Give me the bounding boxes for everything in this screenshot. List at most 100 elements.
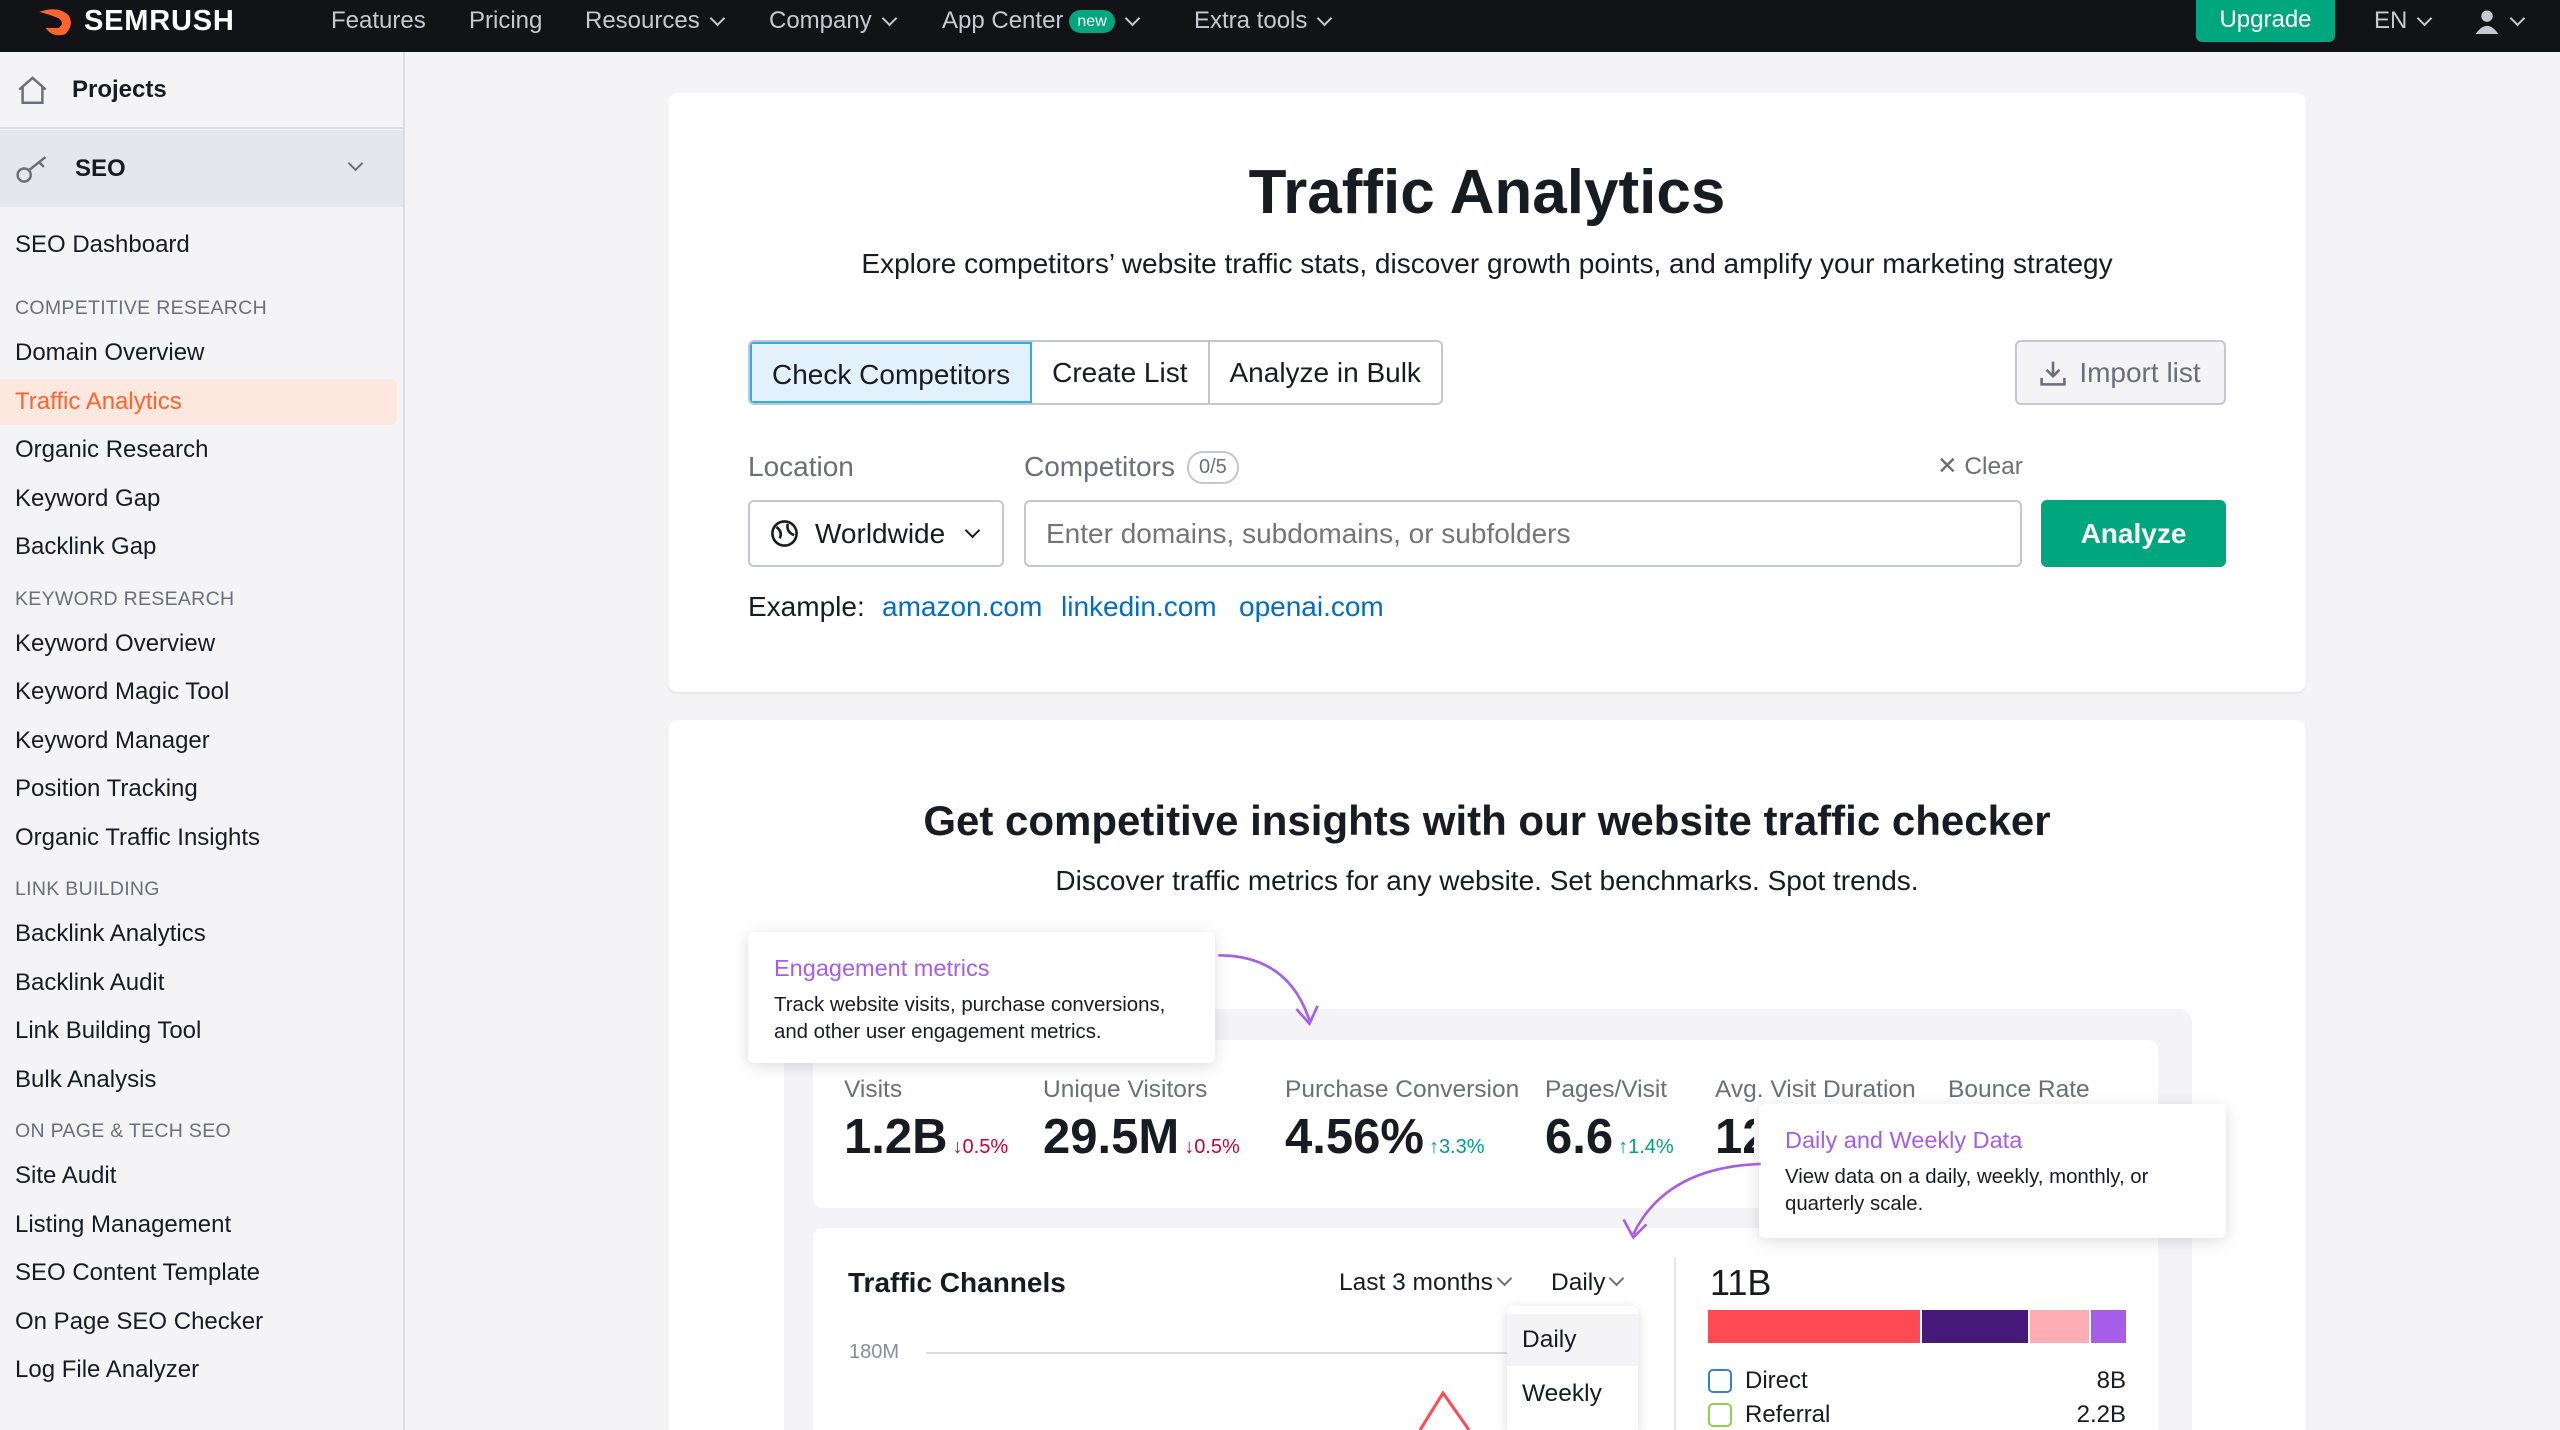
tab-analyze-in-bulk[interactable]: Analyze in Bulk <box>1210 342 1441 403</box>
arrow-up-icon: ↑ <box>1618 1136 1629 1158</box>
nav-app-center[interactable]: App Center new <box>942 0 1144 42</box>
y-tick-label: 180M <box>849 1341 900 1363</box>
sidebar-item-keyword-magic-tool[interactable]: Keyword Magic Tool <box>0 669 397 715</box>
metric-value-group: 4.56% ↑3.3% <box>1285 1109 1485 1165</box>
metric-change: ↑3.3% <box>1428 1136 1485 1158</box>
semrush-logo-icon <box>39 9 71 36</box>
sidebar-item-keyword-gap[interactable]: Keyword Gap <box>0 476 397 522</box>
metric-label: Bounce Rate <box>1948 1076 2090 1103</box>
sidebar-item-organic-traffic-insights[interactable]: Organic Traffic Insights <box>0 815 397 861</box>
legend-item[interactable]: Direct 8B <box>1708 1368 2126 1394</box>
sidebar-item-domain-overview[interactable]: Domain Overview <box>0 330 397 376</box>
sidebar-seo[interactable]: SEO <box>0 130 403 207</box>
upgrade-button[interactable]: Upgrade <box>2196 0 2335 42</box>
nav-resources[interactable]: Resources <box>585 0 729 42</box>
metric-value-group: 12 <box>1715 1109 1754 1165</box>
location-select[interactable]: Worldwide <box>748 500 1004 567</box>
top-nav: SEMRUSH Features Pricing Resources Compa… <box>0 0 2560 52</box>
language-select[interactable]: EN <box>2374 0 2436 42</box>
user-icon <box>2475 10 2499 34</box>
sidebar-item-listing-management[interactable]: Listing Management <box>0 1202 397 1248</box>
bar-segment-3 <box>2030 1310 2089 1343</box>
metric-value-group: 1.2B ↓0.5% <box>844 1109 1008 1165</box>
sidebar-item-traffic-analytics[interactable]: Traffic Analytics <box>0 379 397 425</box>
tooltip-daily-weekly: Daily and Weekly Data View data on a dail… <box>1759 1104 2226 1238</box>
arrow-icon <box>1218 953 1319 1027</box>
sidebar-item-seo-dashboard[interactable]: SEO Dashboard <box>0 222 397 268</box>
period-select[interactable]: Last 3 months <box>1339 1269 1516 1297</box>
sidebar-section-heading: KEYWORD RESEARCH <box>15 587 235 610</box>
channels-bar <box>1708 1310 2126 1343</box>
chevron-down-icon <box>1124 10 1141 26</box>
metric-label: Pages/Visit <box>1545 1076 1668 1103</box>
tab-check-competitors[interactable]: Check Competitors <box>750 342 1033 403</box>
semrush-logo[interactable]: SEMRUSH <box>36 5 235 38</box>
location-label: Location <box>748 451 854 482</box>
download-icon <box>2040 361 2066 386</box>
checkbox-icon <box>1708 1369 1732 1393</box>
analyze-button[interactable]: Analyze <box>2041 500 2226 567</box>
nav-features[interactable]: Features <box>331 0 426 42</box>
clear-button[interactable]: ✕ Clear <box>1937 451 2023 481</box>
metric-label: Avg. Visit Duration <box>1715 1076 1916 1103</box>
metric-value-group: 29.5M ↓0.5% <box>1043 1109 1240 1165</box>
divider <box>1674 1257 1676 1430</box>
sidebar-item-position-tracking[interactable]: Position Tracking <box>0 766 397 812</box>
user-menu[interactable] <box>2474 0 2529 42</box>
sidebar-item-seo-content-template[interactable]: SEO Content Template <box>0 1250 397 1296</box>
chevron-down-icon <box>2509 10 2526 26</box>
chevron-down-icon <box>347 155 364 172</box>
option-daily[interactable]: Daily <box>1507 1314 1638 1366</box>
example-link-openai[interactable]: openai.com <box>1239 591 1384 623</box>
example-link-amazon[interactable]: amazon.com <box>882 591 1042 623</box>
sidebar-item-keyword-manager[interactable]: Keyword Manager <box>0 718 397 764</box>
sidebar-projects[interactable]: Projects <box>0 52 403 129</box>
bar-segment-direct <box>1708 1310 1920 1343</box>
sidebar-item-log-file-analyzer[interactable]: Log File Analyzer <box>0 1347 397 1393</box>
gridline <box>926 1352 1507 1354</box>
chevron-down-icon <box>1496 1270 1513 1287</box>
metric-change: ↑1.4% <box>1618 1136 1674 1158</box>
chevron-down-icon <box>1317 10 1333 26</box>
arrow-down-icon: ↓ <box>952 1136 963 1158</box>
bar-segment-2 <box>1922 1310 2028 1343</box>
page: SEMRUSH Features Pricing Resources Compa… <box>0 0 2560 1430</box>
sidebar-section-heading: COMPETITIVE RESEARCH <box>15 297 267 319</box>
sidebar-item-organic-research[interactable]: Organic Research <box>0 427 397 473</box>
sidebar-section-heading: ON PAGE & TECH SEO <box>15 1120 231 1142</box>
close-icon: ✕ <box>1937 453 1958 480</box>
sidebar-item-bulk-analysis[interactable]: Bulk Analysis <box>0 1057 397 1103</box>
channels-total: 11B <box>1710 1262 1772 1303</box>
chevron-down-icon <box>709 10 725 26</box>
nav-company[interactable]: Company <box>769 0 901 42</box>
sidebar-item-link-building-tool[interactable]: Link Building Tool <box>0 1008 397 1054</box>
home-icon <box>18 76 47 104</box>
metric-label: Unique Visitors <box>1043 1076 1208 1103</box>
sidebar-item-backlink-analytics[interactable]: Backlink Analytics <box>0 911 397 957</box>
nav-pricing[interactable]: Pricing <box>469 0 542 42</box>
nav-extra-tools[interactable]: Extra tools <box>1194 0 1336 42</box>
mode-tabs: Check Competitors Create List Analyze in… <box>748 340 1443 405</box>
example-link-linkedin[interactable]: linkedin.com <box>1061 591 1217 623</box>
insights-title: Get competitive insights with our websit… <box>923 797 2051 844</box>
competitors-input[interactable] <box>1024 500 2022 567</box>
tooltip-engagement: Engagement metrics Track website visits, … <box>748 932 1215 1063</box>
sidebar-item-backlink-audit[interactable]: Backlink Audit <box>0 960 397 1006</box>
option-weekly[interactable]: Weekly <box>1507 1366 1638 1421</box>
bar-segment-4 <box>2091 1310 2126 1343</box>
legend-item[interactable]: Referral 2.2B <box>1708 1402 2126 1428</box>
granularity-select[interactable]: Daily <box>1551 1269 1628 1297</box>
sidebar-item-on-page-seo-checker[interactable]: On Page SEO Checker <box>0 1299 397 1345</box>
competitors-count: 0/5 <box>1187 451 1239 484</box>
granularity-dropdown: Daily Weekly <box>1507 1306 1638 1430</box>
import-list-button[interactable]: Import list <box>2015 340 2226 405</box>
metric-value: 29.5M <box>1043 1110 1180 1164</box>
page-title: Traffic Analytics <box>1248 158 1726 227</box>
tab-create-list[interactable]: Create List <box>1032 342 1210 403</box>
chart-line <box>1418 1390 1471 1430</box>
sidebar-item-keyword-overview[interactable]: Keyword Overview <box>0 621 397 667</box>
metric-change: ↓0.5% <box>952 1136 1009 1158</box>
sidebar-item-site-audit[interactable]: Site Audit <box>0 1153 397 1199</box>
metric-change: ↓0.5% <box>1184 1136 1240 1158</box>
sidebar-item-backlink-gap[interactable]: Backlink Gap <box>0 524 397 570</box>
